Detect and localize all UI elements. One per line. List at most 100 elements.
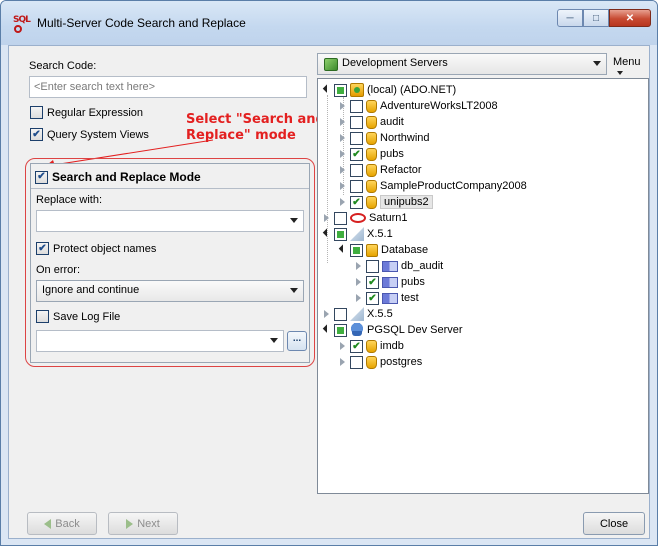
minimize-button[interactable]: ─ [557,9,583,27]
expander-icon[interactable] [338,150,347,159]
expander-icon[interactable] [322,326,331,335]
tree-node-database[interactable]: postgres [338,354,422,370]
tree-checkbox[interactable] [334,307,347,321]
tree-checkbox[interactable] [366,259,379,273]
tree-checkbox[interactable] [350,243,363,257]
maximize-button[interactable]: □ [583,9,609,27]
tree-node-label: AdventureWorksLT2008 [380,100,498,112]
title-bar[interactable]: SQL Multi-Server Code Search and Replace… [1,1,657,45]
tree-node-local-server[interactable]: (local) (ADO.NET) [322,82,456,98]
replace-with-combo[interactable] [36,210,304,232]
server-group-icon [324,58,338,71]
expander-icon[interactable] [322,86,331,95]
chevron-down-icon [593,61,601,66]
tree-checkbox[interactable] [350,99,363,113]
tree-node-label: db_audit [401,260,444,272]
menu-button[interactable]: Menu [613,56,649,80]
tree-node-label: Database [381,244,429,256]
expander-icon[interactable] [354,262,363,271]
expander-icon[interactable] [338,182,347,191]
regex-checkbox-row[interactable]: Regular Expression [30,106,143,119]
schema-icon [382,260,398,272]
tree-node-database[interactable]: pubs [338,146,404,162]
log-path-combo[interactable] [36,330,284,352]
server-tree[interactable]: (local) (ADO.NET) AdventureWorksLT2008 a… [317,78,649,494]
expander-icon[interactable] [322,214,331,223]
close-button[interactable]: Close [583,512,645,535]
replace-mode-checkbox-row[interactable]: Search and Replace Mode [35,170,201,184]
save-log-checkbox[interactable] [36,310,49,323]
expander-icon[interactable] [338,358,347,367]
regex-checkbox[interactable] [30,106,43,119]
tree-checkbox[interactable] [334,227,347,241]
tree-node-label: Saturn1 [369,212,408,224]
next-button[interactable]: Next [108,512,178,535]
expander-icon[interactable] [322,230,331,239]
tree-checkbox[interactable] [334,83,347,97]
maximize-icon: □ [592,12,600,24]
protect-names-checkbox[interactable] [36,242,49,255]
tree-checkbox[interactable] [366,275,379,289]
tree-checkbox[interactable] [350,179,363,193]
tree-node-database[interactable]: SampleProductCompany2008 [338,178,527,194]
browse-button[interactable]: ... [287,331,307,351]
tree-checkbox[interactable] [350,339,363,353]
tree-node-database[interactable]: unipubs2 [338,194,433,210]
database-icon [366,179,377,193]
app-logo-icon: SQL [13,15,35,33]
tree-node-pgsql-server[interactable]: PGSQL Dev Server [322,322,463,338]
tree-checkbox[interactable] [350,355,363,369]
mysql-server-icon [350,307,364,321]
on-error-select[interactable]: Ignore and continue [36,280,304,302]
server-group-select[interactable]: Development Servers [317,53,607,75]
tree-node-label: Northwind [380,132,430,144]
tree-checkbox[interactable] [350,131,363,145]
group-divider [31,188,309,189]
tree-node-database[interactable]: Northwind [338,130,430,146]
replace-mode-checkbox[interactable] [35,170,48,184]
expander-icon[interactable] [338,102,347,111]
tree-node-label: X.5.5 [367,308,393,320]
expander-icon[interactable] [338,342,347,351]
tree-checkbox[interactable] [334,323,347,337]
tree-node-schema[interactable]: db_audit [354,258,443,274]
tree-node-label: test [401,292,419,304]
close-window-button[interactable]: ✕ [609,9,651,27]
tree-checkbox[interactable] [350,147,363,161]
expander-icon[interactable] [354,278,363,287]
expander-icon[interactable] [354,294,363,303]
on-error-value: Ignore and continue [42,284,140,296]
tree-checkbox[interactable] [366,291,379,305]
search-input[interactable] [29,76,307,98]
expander-icon[interactable] [338,246,347,255]
close-icon: ✕ [625,12,635,24]
arrow-left-icon [44,518,52,529]
tree-node-database[interactable]: Refactor [338,162,422,178]
tree-checkbox[interactable] [334,211,347,225]
tree-node-schema[interactable]: test [354,290,419,306]
expander-icon[interactable] [338,166,347,175]
tree-node-label: PGSQL Dev Server [367,324,463,336]
expander-icon[interactable] [338,134,347,143]
expander-icon[interactable] [338,198,347,207]
tree-node-x51-server[interactable]: X.5.1 [322,226,393,242]
save-log-checkbox-row[interactable]: Save Log File [36,310,120,323]
tree-checkbox[interactable] [350,115,363,129]
tree-node-saturn-server[interactable]: Saturn1 [322,210,408,226]
expander-icon[interactable] [322,310,331,319]
tree-node-x55-server[interactable]: X.5.5 [322,306,393,322]
tree-node-database[interactable]: AdventureWorksLT2008 [338,98,498,114]
tree-node-database-folder[interactable]: Database [338,242,428,258]
tree-checkbox[interactable] [350,163,363,177]
tree-node-database[interactable]: imdb [338,338,404,354]
oracle-server-icon [350,213,366,223]
chevron-down-icon [270,338,278,343]
protect-names-checkbox-row[interactable]: Protect object names [36,242,156,255]
database-icon [366,339,377,353]
expander-icon[interactable] [338,118,347,127]
tree-node-schema[interactable]: pubs [354,274,425,290]
tree-node-database[interactable]: audit [338,114,404,130]
replace-options-group: Search and Replace Mode Replace with: Pr… [30,163,310,363]
back-button[interactable]: Back [27,512,97,535]
tree-checkbox[interactable] [350,195,363,209]
